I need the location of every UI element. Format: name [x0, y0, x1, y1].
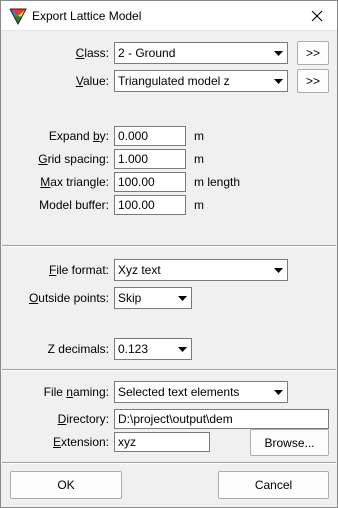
file-naming-label: File naming:	[43, 385, 109, 399]
max-triangle-label: Max triangle:	[40, 175, 109, 189]
expand-by-field[interactable]: 0.000	[114, 126, 186, 146]
class-value: 2 - Ground	[118, 46, 176, 60]
app-logo-icon	[9, 8, 27, 25]
chevron-down-icon	[269, 71, 287, 91]
outside-points-label: Outside points:	[28, 291, 109, 305]
ok-button[interactable]: OK	[10, 471, 122, 499]
chevron-down-icon	[269, 382, 287, 402]
model-buffer-field[interactable]: 100.00	[114, 195, 186, 215]
model-buffer-label: Model buffer:	[39, 198, 109, 212]
browse-button[interactable]: Browse...	[250, 429, 329, 456]
class-picker-button[interactable]: >>	[297, 41, 329, 65]
extension-field[interactable]: xyz	[114, 432, 210, 452]
z-decimals-select[interactable]: 0.123	[114, 338, 192, 360]
cancel-button[interactable]: Cancel	[218, 471, 329, 499]
outside-points-select[interactable]: Skip	[114, 287, 192, 309]
chevron-down-icon	[173, 339, 191, 359]
value-picker-button[interactable]: >>	[297, 69, 329, 93]
title-bar: Export Lattice Model	[1, 1, 337, 31]
close-icon	[311, 10, 323, 22]
expand-by-label: Expand by:	[48, 129, 109, 143]
value-select[interactable]: Triangulated model z	[114, 70, 288, 92]
class-select[interactable]: 2 - Ground	[114, 42, 288, 64]
chevron-down-icon	[173, 288, 191, 308]
window-title: Export Lattice Model	[32, 9, 142, 23]
value-value: Triangulated model z	[118, 74, 230, 88]
separator	[2, 462, 336, 464]
class-label: Class:	[75, 46, 109, 60]
value-label: Value:	[75, 74, 109, 88]
chevron-down-icon	[269, 260, 287, 280]
directory-label: Directory:	[57, 412, 109, 426]
grid-spacing-field[interactable]: 1.000	[114, 149, 186, 169]
max-triangle-unit: m length	[194, 175, 241, 189]
close-button[interactable]	[297, 1, 337, 31]
extension-label: Extension:	[52, 435, 109, 449]
max-triangle-field[interactable]: 100.00	[114, 172, 186, 192]
expand-by-unit: m	[194, 129, 204, 143]
chevron-down-icon	[269, 43, 287, 63]
model-buffer-unit: m	[194, 198, 204, 212]
grid-spacing-label: Grid spacing:	[38, 152, 109, 166]
z-decimals-label: Z decimals:	[47, 342, 109, 356]
file-naming-select[interactable]: Selected text elements	[114, 381, 288, 403]
separator	[2, 369, 336, 371]
separator	[2, 245, 336, 247]
export-lattice-model-dialog: Export Lattice Model Class: 2 - Ground >…	[0, 0, 338, 508]
grid-spacing-unit: m	[194, 152, 204, 166]
file-format-label: File format:	[48, 263, 109, 277]
file-format-select[interactable]: Xyz text	[114, 259, 288, 281]
directory-field[interactable]: D:\project\output\dem	[114, 409, 329, 429]
